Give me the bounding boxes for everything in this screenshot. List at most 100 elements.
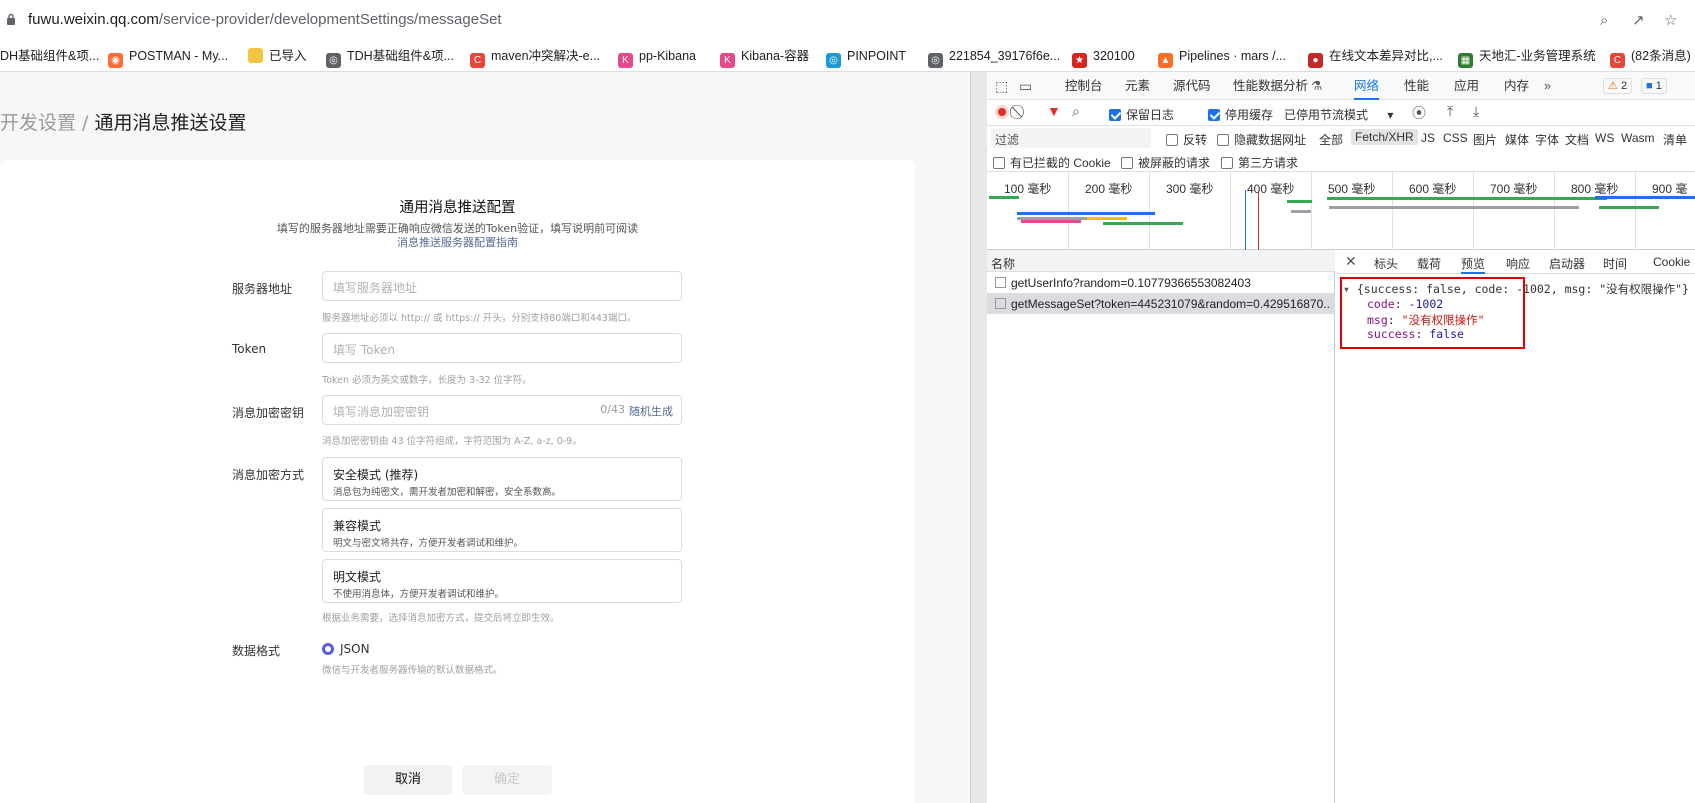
timeline-gridline [1635,172,1636,250]
tab-memory[interactable]: 内存 [1504,72,1529,100]
name-column-header[interactable]: 名称 [991,255,1015,272]
detail-tab-headers[interactable]: 标头 [1374,255,1398,272]
messages-badge[interactable]: ■ 1 [1641,78,1667,94]
breadcrumb-parent[interactable]: 开发设置 [0,112,76,134]
type-filter-img[interactable]: 图片 [1473,131,1497,148]
type-filter-all[interactable]: 全部 [1319,131,1343,148]
timeline-marker-line [1245,190,1246,250]
type-filter-ws[interactable]: WS [1595,131,1614,145]
tab-console[interactable]: 控制台 [1065,72,1103,100]
type-filter-doc[interactable]: 文档 [1565,131,1589,148]
invert-checkbox[interactable]: 反转 [1166,131,1207,148]
more-tabs-icon[interactable]: » [1544,72,1551,100]
import-har-icon[interactable]: ⤒ [1447,103,1453,120]
key-placeholder: 填写消息加密密钥 [333,405,430,419]
disable-cache-checkbox[interactable]: 停用缓存 [1208,106,1273,123]
inspect-element-icon[interactable]: ⬚ [995,72,1008,100]
key-input[interactable]: 填写消息加密密钥 0/43 随机生成 [322,395,682,425]
bookmark-item[interactable]: C (82条消息) [1610,40,1691,71]
tab-elements[interactable]: 元素 [1125,72,1150,100]
table-row-selected[interactable]: getMessageSet?token=445231079&random=0.4… [987,293,1335,314]
token-hint: Token 必须为英文或数字，长度为 3-32 位字符。 [322,375,532,386]
address-bar[interactable]: fuwu.weixin.qq.com/service-provider/deve… [0,0,1695,40]
bookmark-item[interactable]: ▲ Pipelines · mars /... [1158,40,1286,71]
server-input[interactable]: 填写服务器地址 [322,271,682,301]
third-party-checkbox[interactable]: 第三方请求 [1221,154,1298,171]
bookmark-item[interactable]: ▦ 天地汇-业务管理系统 [1458,40,1596,71]
bookmark-item[interactable]: ★ 320100 [1072,40,1135,71]
kibana-icon: K [618,53,633,68]
detail-tab-preview[interactable]: 预览 [1461,255,1486,274]
settings-card: 通用消息推送配置 填写的服务器地址需要正确响应微信发送的Token验证，填写说明… [0,160,915,803]
record-icon[interactable] [995,105,1009,119]
tab-network[interactable]: 网络 [1354,72,1380,100]
type-filter-media[interactable]: 媒体 [1505,131,1529,148]
network-conditions-icon[interactable]: ⦿ [1412,103,1426,123]
timeline-request-bar [1291,210,1311,213]
preserve-log-checkbox[interactable]: 保留日志 [1109,106,1174,123]
bookmark-item[interactable]: ◎ PINPOINT [826,40,906,71]
option-title: 兼容模式 [333,519,382,533]
tab-sources[interactable]: 源代码 [1173,72,1211,100]
bookmark-item[interactable]: ◉ POSTMAN - My... [108,40,228,71]
config-guide-link[interactable]: 消息推送服务器配置指南 [0,234,915,250]
devtools-splitter[interactable] [970,72,987,803]
share-icon[interactable]: ↗ [1632,11,1645,29]
detail-tab-cookies[interactable]: Cookie [1653,255,1690,269]
table-row[interactable]: getUserInfo?random=0.10779366553082403 [987,272,1335,293]
detail-tab-payload[interactable]: 载荷 [1417,255,1441,272]
detail-tab-response[interactable]: 响应 [1506,255,1530,272]
bookmark-item[interactable]: ◎ TDH基础组件&项... [326,40,454,71]
search-icon[interactable]: ⌕ [1072,103,1080,120]
blocked-cookies-checkbox[interactable]: 有已拦截的 Cookie [993,154,1111,171]
tab-performance[interactable]: 性能 [1404,72,1429,100]
type-filter-css[interactable]: CSS [1443,131,1468,145]
detail-tab-initiator[interactable]: 启动器 [1549,255,1585,272]
bookmark-label: Kibana-容器 [741,49,810,63]
type-filter-wasm[interactable]: Wasm [1621,131,1655,145]
confirm-button[interactable]: 确定 [462,765,552,795]
hide-data-urls-checkbox[interactable]: 隐藏数据网址 [1217,131,1306,148]
star-icon[interactable]: ☆ [1664,11,1677,29]
url-text[interactable]: fuwu.weixin.qq.com/service-provider/deve… [28,11,502,28]
throttle-select[interactable]: 已停用节流模式 ▾ [1284,106,1393,123]
encryption-option-secure[interactable]: 安全模式 (推荐) 消息包为纯密文，需开发者加密和解密，安全系数高。 [322,457,682,501]
timeline-request-bar [1407,197,1607,200]
breadcrumb-current: 通用消息推送设置 [94,112,247,134]
tab-application[interactable]: 应用 [1454,72,1479,100]
random-generate-link[interactable]: 随机生成 [629,403,673,419]
detail-tab-timing[interactable]: 时间 [1603,255,1627,272]
filter-icon[interactable]: ▼ [1047,103,1061,119]
type-filter-fetch-xhr[interactable]: Fetch/XHR [1351,129,1418,145]
timeline-request-bar [989,196,1019,199]
close-icon[interactable]: ✕ [1345,253,1357,270]
zoom-icon[interactable]: ⌕ [1600,11,1608,29]
blocked-requests-checkbox[interactable]: 被屏蔽的请求 [1121,154,1210,171]
highlight-box [1340,277,1525,349]
warnings-badge[interactable]: ⚠ 2 [1603,78,1633,94]
encryption-option-compatible[interactable]: 兼容模式 明文与密文将共存，方便开发者调试和维护。 [322,508,682,552]
device-toolbar-icon[interactable]: ▭ [1019,72,1032,100]
format-radio-json[interactable]: JSON [322,642,370,656]
type-filter-js[interactable]: JS [1421,131,1435,145]
bookmark-item[interactable]: Cmaven冲突解决-e... [470,40,601,71]
cancel-button[interactable]: 取消 [364,765,452,795]
bookmark-item[interactable]: K Kibana-容器 [720,40,810,71]
timeline-gridline [1554,172,1555,250]
bookmark-item[interactable]: ◎ 221854_39176f6e... [928,40,1060,71]
tab-performance-insights[interactable]: 性能数据分析 [1233,72,1308,100]
type-filter-manifest[interactable]: 清单 [1663,131,1687,148]
type-filter-font[interactable]: 字体 [1535,131,1559,148]
bookmark-item[interactable]: 已导入 [248,40,307,71]
bookmark-item[interactable]: ● 在线文本差异对比,... [1308,40,1443,71]
export-har-icon[interactable]: ⤓ [1473,103,1479,120]
timeline-tick-label: 600 毫秒 [1409,182,1457,196]
lock-icon [7,13,15,25]
bookmark-label: maven冲突解决-e... [491,49,601,63]
timeline-overview[interactable]: 100 毫秒 200 毫秒 300 毫秒 400 毫秒 500 毫秒 600 毫秒 700 … [987,172,1695,250]
bookmark-item[interactable]: Kpp-Kibana [618,40,696,71]
token-input[interactable]: 填写 Token [322,333,682,363]
encryption-option-plaintext[interactable]: 明文模式 不使用消息体，方便开发者调试和维护。 [322,559,682,603]
filter-input[interactable]: 过滤 [991,128,1151,148]
bookmark-item[interactable]: DH基础组件&项... [0,40,99,71]
